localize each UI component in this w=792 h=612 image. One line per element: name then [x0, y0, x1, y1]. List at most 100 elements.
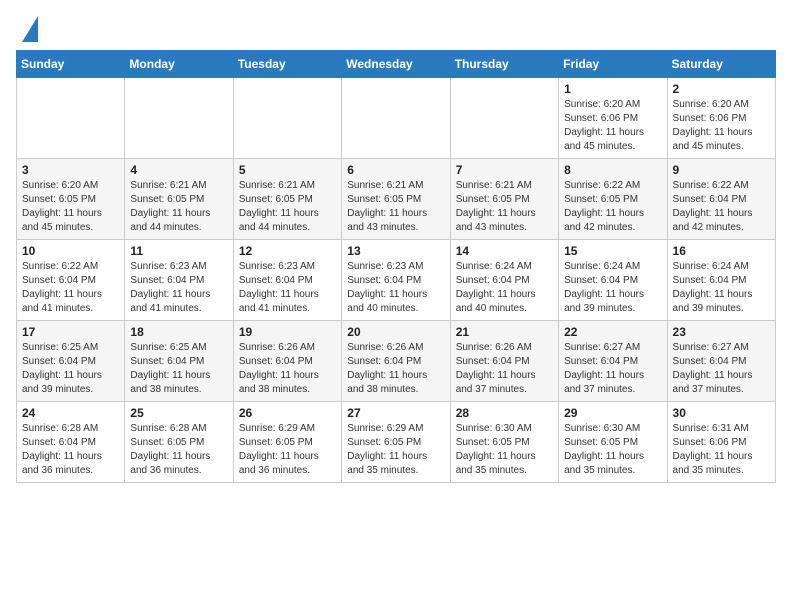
day-info: Sunrise: 6:20 AMSunset: 6:06 PMDaylight:… — [673, 98, 770, 154]
calendar-cell: 28 Sunrise: 6:30 AMSunset: 6:05 PMDayligh… — [450, 402, 558, 483]
day-info: Sunrise: 6:26 AMSunset: 6:04 PMDaylight:… — [347, 341, 444, 397]
day-info: Sunrise: 6:26 AMSunset: 6:04 PMDaylight:… — [239, 341, 336, 397]
day-number: 6 — [347, 163, 444, 177]
calendar-cell: 13 Sunrise: 6:23 AMSunset: 6:04 PMDayligh… — [342, 240, 450, 321]
day-number: 14 — [456, 244, 553, 258]
day-number: 3 — [22, 163, 119, 177]
day-info: Sunrise: 6:25 AMSunset: 6:04 PMDaylight:… — [130, 341, 227, 397]
day-number: 23 — [673, 325, 770, 339]
day-number: 18 — [130, 325, 227, 339]
day-number: 30 — [673, 406, 770, 420]
day-info: Sunrise: 6:24 AMSunset: 6:04 PMDaylight:… — [456, 260, 553, 316]
day-info: Sunrise: 6:24 AMSunset: 6:04 PMDaylight:… — [673, 260, 770, 316]
calendar-cell: 11 Sunrise: 6:23 AMSunset: 6:04 PMDayligh… — [125, 240, 233, 321]
day-number: 4 — [130, 163, 227, 177]
day-info: Sunrise: 6:23 AMSunset: 6:04 PMDaylight:… — [239, 260, 336, 316]
calendar-cell: 27 Sunrise: 6:29 AMSunset: 6:05 PMDayligh… — [342, 402, 450, 483]
day-info: Sunrise: 6:24 AMSunset: 6:04 PMDaylight:… — [564, 260, 661, 316]
calendar-cell: 16Sunrise: 6:24 AMSunset: 6:04 PMDayligh… — [667, 240, 775, 321]
day-info: Sunrise: 6:29 AMSunset: 6:05 PMDaylight:… — [347, 422, 444, 478]
day-number: 29 — [564, 406, 661, 420]
day-number: 21 — [456, 325, 553, 339]
day-info: Sunrise: 6:27 AMSunset: 6:04 PMDaylight:… — [673, 341, 770, 397]
calendar-cell: 24 Sunrise: 6:28 AMSunset: 6:04 PMDayligh… — [17, 402, 125, 483]
calendar-cell: 23 Sunrise: 6:27 AMSunset: 6:04 PMDayligh… — [667, 321, 775, 402]
calendar-cell — [17, 78, 125, 159]
calendar-cell: 18 Sunrise: 6:25 AMSunset: 6:04 PMDayligh… — [125, 321, 233, 402]
day-info: Sunrise: 6:22 AMSunset: 6:05 PMDaylight:… — [564, 179, 661, 235]
day-number: 17 — [22, 325, 119, 339]
calendar-cell: 26 Sunrise: 6:29 AMSunset: 6:05 PMDayligh… — [233, 402, 341, 483]
calendar-cell — [342, 78, 450, 159]
day-number: 25 — [130, 406, 227, 420]
calendar-cell: 7 Sunrise: 6:21 AMSunset: 6:05 PMDaylight… — [450, 159, 558, 240]
calendar-cell: 10 Sunrise: 6:22 AMSunset: 6:04 PMDayligh… — [17, 240, 125, 321]
calendar-cell — [233, 78, 341, 159]
day-info: Sunrise: 6:28 AMSunset: 6:05 PMDaylight:… — [130, 422, 227, 478]
calendar-cell: 5Sunrise: 6:21 AMSunset: 6:05 PMDaylight… — [233, 159, 341, 240]
calendar-cell: 2 Sunrise: 6:20 AMSunset: 6:06 PMDaylight… — [667, 78, 775, 159]
day-number: 28 — [456, 406, 553, 420]
day-info: Sunrise: 6:23 AMSunset: 6:04 PMDaylight:… — [347, 260, 444, 316]
day-info: Sunrise: 6:28 AMSunset: 6:04 PMDaylight:… — [22, 422, 119, 478]
day-info: Sunrise: 6:30 AMSunset: 6:05 PMDaylight:… — [564, 422, 661, 478]
day-number: 1 — [564, 82, 661, 96]
day-number: 2 — [673, 82, 770, 96]
day-info: Sunrise: 6:30 AMSunset: 6:05 PMDaylight:… — [456, 422, 553, 478]
day-info: Sunrise: 6:21 AMSunset: 6:05 PMDaylight:… — [456, 179, 553, 235]
weekday-header: Friday — [559, 51, 667, 78]
day-number: 20 — [347, 325, 444, 339]
page-header — [16, 16, 776, 42]
calendar-cell: 3 Sunrise: 6:20 AMSunset: 6:05 PMDaylight… — [17, 159, 125, 240]
day-info: Sunrise: 6:23 AMSunset: 6:04 PMDaylight:… — [130, 260, 227, 316]
day-info: Sunrise: 6:22 AMSunset: 6:04 PMDaylight:… — [22, 260, 119, 316]
calendar-table: SundayMondayTuesdayWednesdayThursdayFrid… — [16, 50, 776, 483]
calendar-cell: 12 Sunrise: 6:23 AMSunset: 6:04 PMDayligh… — [233, 240, 341, 321]
day-number: 12 — [239, 244, 336, 258]
day-info: Sunrise: 6:26 AMSunset: 6:04 PMDaylight:… — [456, 341, 553, 397]
day-number: 7 — [456, 163, 553, 177]
calendar-header: SundayMondayTuesdayWednesdayThursdayFrid… — [17, 51, 776, 78]
day-info: Sunrise: 6:21 AMSunset: 6:05 PMDaylight:… — [347, 179, 444, 235]
day-number: 19 — [239, 325, 336, 339]
day-number: 15 — [564, 244, 661, 258]
day-number: 9 — [673, 163, 770, 177]
day-number: 27 — [347, 406, 444, 420]
day-number: 11 — [130, 244, 227, 258]
day-info: Sunrise: 6:25 AMSunset: 6:04 PMDaylight:… — [22, 341, 119, 397]
weekday-header: Saturday — [667, 51, 775, 78]
calendar-cell: 22 Sunrise: 6:27 AMSunset: 6:04 PMDayligh… — [559, 321, 667, 402]
day-info: Sunrise: 6:27 AMSunset: 6:04 PMDaylight:… — [564, 341, 661, 397]
calendar-cell: 25 Sunrise: 6:28 AMSunset: 6:05 PMDayligh… — [125, 402, 233, 483]
calendar-cell: 4Sunrise: 6:21 AMSunset: 6:05 PMDaylight… — [125, 159, 233, 240]
day-number: 8 — [564, 163, 661, 177]
calendar-cell: 6 Sunrise: 6:21 AMSunset: 6:05 PMDaylight… — [342, 159, 450, 240]
calendar-cell: 9 Sunrise: 6:22 AMSunset: 6:04 PMDaylight… — [667, 159, 775, 240]
calendar-cell: 15 Sunrise: 6:24 AMSunset: 6:04 PMDayligh… — [559, 240, 667, 321]
calendar-cell: 21 Sunrise: 6:26 AMSunset: 6:04 PMDayligh… — [450, 321, 558, 402]
weekday-header: Monday — [125, 51, 233, 78]
day-info: Sunrise: 6:22 AMSunset: 6:04 PMDaylight:… — [673, 179, 770, 235]
day-number: 22 — [564, 325, 661, 339]
day-info: Sunrise: 6:21 AMSunset: 6:05 PMDaylight:… — [239, 179, 336, 235]
weekday-header: Sunday — [17, 51, 125, 78]
day-info: Sunrise: 6:20 AMSunset: 6:05 PMDaylight:… — [22, 179, 119, 235]
calendar-cell: 14 Sunrise: 6:24 AMSunset: 6:04 PMDayligh… — [450, 240, 558, 321]
calendar-cell: 17 Sunrise: 6:25 AMSunset: 6:04 PMDayligh… — [17, 321, 125, 402]
day-number: 26 — [239, 406, 336, 420]
logo-triangle-icon — [22, 16, 38, 42]
day-info: Sunrise: 6:31 AMSunset: 6:06 PMDaylight:… — [673, 422, 770, 478]
day-info: Sunrise: 6:29 AMSunset: 6:05 PMDaylight:… — [239, 422, 336, 478]
logo — [16, 16, 38, 42]
calendar-cell: 29 Sunrise: 6:30 AMSunset: 6:05 PMDayligh… — [559, 402, 667, 483]
calendar-cell — [125, 78, 233, 159]
calendar-cell: 19 Sunrise: 6:26 AMSunset: 6:04 PMDayligh… — [233, 321, 341, 402]
weekday-header: Thursday — [450, 51, 558, 78]
calendar-cell: 8 Sunrise: 6:22 AMSunset: 6:05 PMDaylight… — [559, 159, 667, 240]
day-number: 24 — [22, 406, 119, 420]
day-number: 13 — [347, 244, 444, 258]
calendar-cell: 30 Sunrise: 6:31 AMSunset: 6:06 PMDayligh… — [667, 402, 775, 483]
day-number: 10 — [22, 244, 119, 258]
calendar-cell: 1 Sunrise: 6:20 AMSunset: 6:06 PMDaylight… — [559, 78, 667, 159]
day-info: Sunrise: 6:20 AMSunset: 6:06 PMDaylight:… — [564, 98, 661, 154]
